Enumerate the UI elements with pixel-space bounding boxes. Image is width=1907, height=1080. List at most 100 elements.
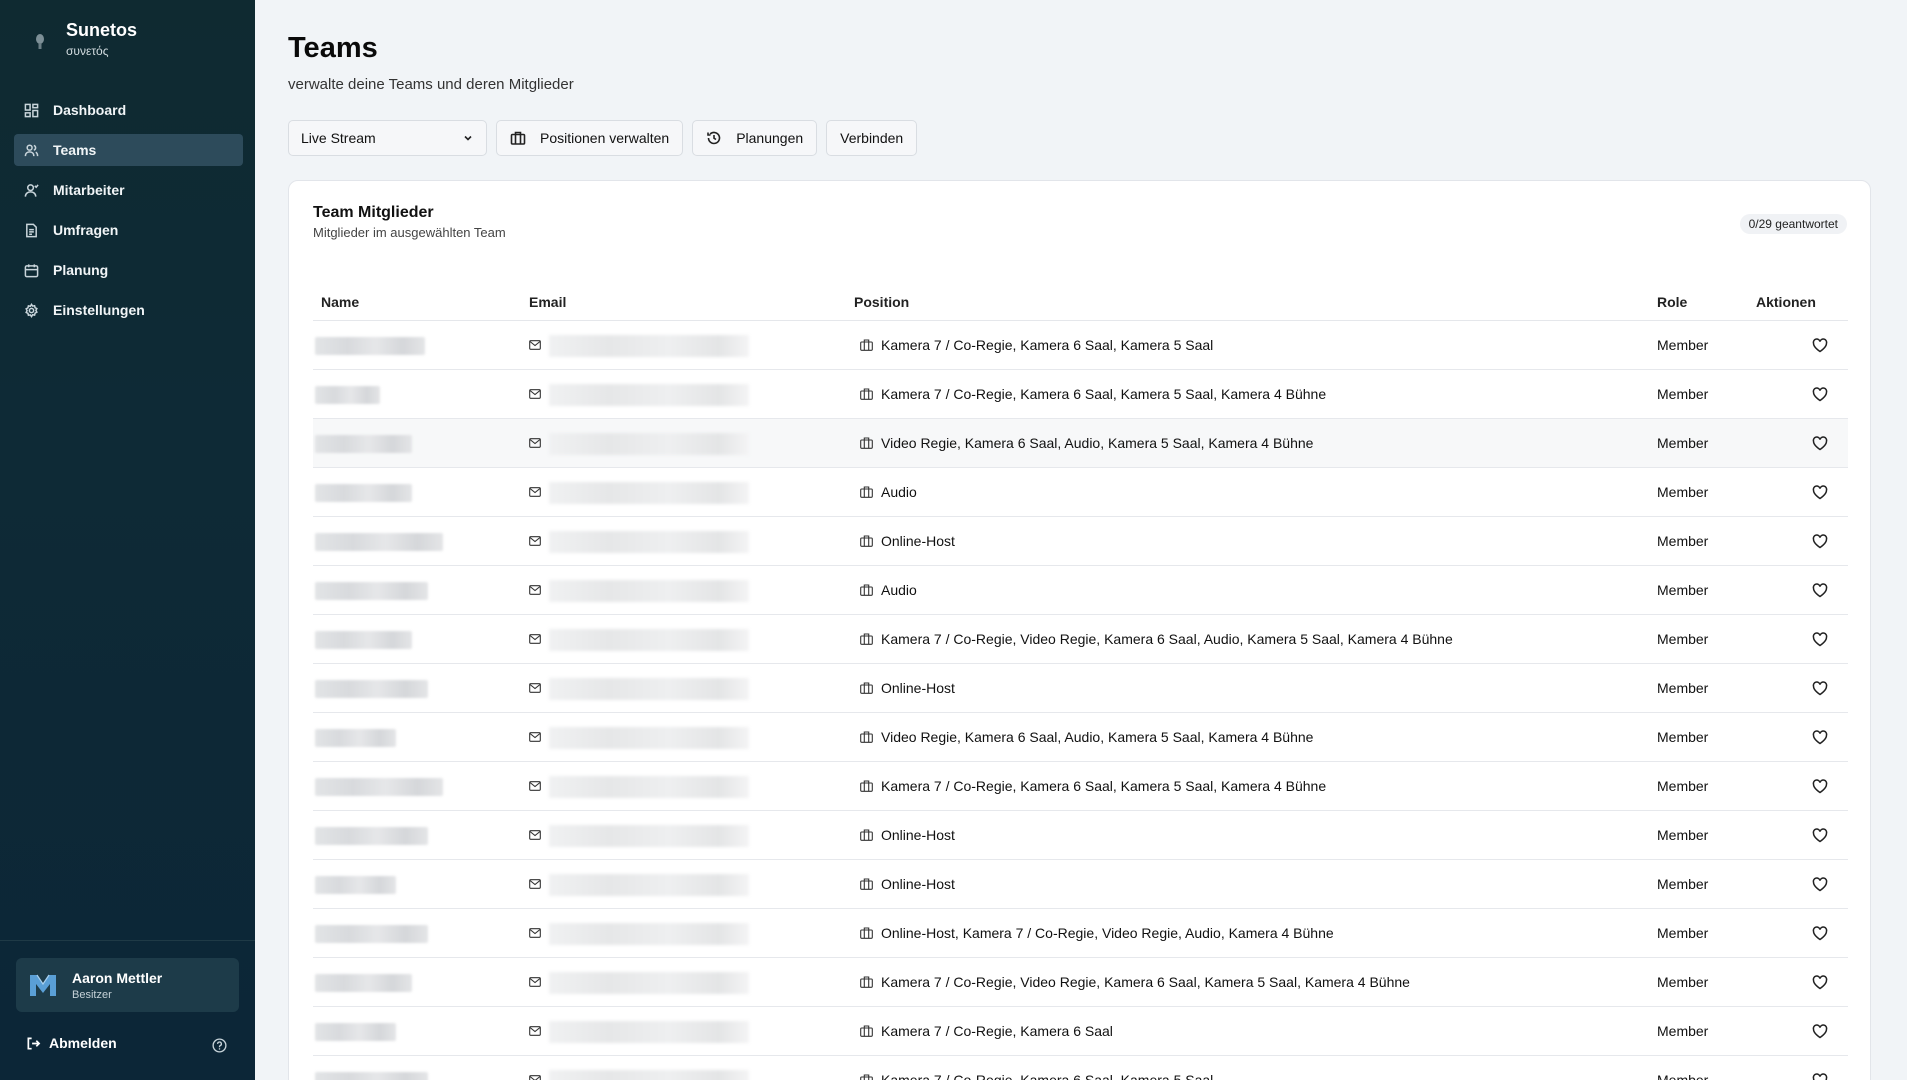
member-role: Member [1657,582,1709,598]
mail-icon [529,1075,541,1080]
table-row[interactable]: Kamera 7 / Co-Regie, Video Regie, Kamera… [313,958,1848,1007]
briefcase-icon [860,437,873,449]
card-title: Team Mitglieder [313,204,434,221]
heart-icon[interactable] [1812,485,1828,500]
user-name: Aaron Mettler [72,969,163,986]
table-row[interactable]: Kamera 7 / Co-Regie, Kamera 6 Saal, Kame… [313,321,1848,370]
heart-icon[interactable] [1812,877,1828,892]
member-email-redacted [549,384,749,406]
sidebar-item-label: Teams [53,142,97,158]
table-row[interactable]: Online-Host Member [313,517,1848,566]
member-role: Member [1657,337,1709,353]
connect-label: Verbinden [840,130,904,146]
table-row[interactable]: Audio Member [313,566,1848,615]
member-position: Kamera 7 / Co-Regie, Kamera 6 Saal, Kame… [881,778,1327,794]
page-subtitle: verwalte deine Teams und deren Mitgliede… [288,76,574,93]
member-role: Member [1657,435,1709,451]
heart-icon[interactable] [1812,975,1828,990]
member-role: Member [1657,533,1709,549]
heart-icon[interactable] [1812,632,1828,647]
brand-subtitle: συνετός [66,44,109,58]
member-email-redacted [549,433,749,455]
answered-badge: 0/29 geantwortet [1739,214,1847,234]
heart-icon[interactable] [1812,779,1828,794]
member-role: Member [1657,778,1709,794]
member-email-redacted [549,335,749,357]
column-role[interactable]: Role [1657,294,1687,310]
heart-icon[interactable] [1812,583,1828,598]
mail-icon [529,781,541,791]
sidebar-item-dashboard[interactable]: Dashboard [14,94,243,126]
table-row[interactable]: Kamera 7 / Co-Regie, Kamera 6 Saal, Kame… [313,370,1848,419]
sidebar-item-einstellungen[interactable]: Einstellungen [14,294,243,326]
member-email-redacted [549,972,749,994]
member-name-redacted [315,337,425,355]
heart-icon[interactable] [1812,1024,1828,1039]
table-row[interactable]: Audio Member [313,468,1848,517]
table-row[interactable]: Online-Host Member [313,811,1848,860]
mail-icon [529,438,541,448]
sidebar-nav: Dashboard Teams Mitarbeiter Umfragen Pla… [14,94,243,334]
member-email-redacted [549,874,749,896]
heart-icon[interactable] [1812,338,1828,353]
briefcase-icon [860,535,873,547]
table-row[interactable]: Video Regie, Kamera 6 Saal, Audio, Kamer… [313,419,1848,468]
member-name-redacted [315,533,443,551]
user-card[interactable]: Aaron Mettler Besitzer [16,958,239,1012]
member-name-redacted [315,876,396,894]
briefcase-icon [860,780,873,792]
mail-icon [529,683,541,693]
heart-icon[interactable] [1812,730,1828,745]
help-icon[interactable] [212,1038,227,1053]
member-role: Member [1657,631,1709,647]
member-name-redacted [315,435,412,453]
sidebar-item-label: Dashboard [53,102,127,118]
member-name-redacted [315,729,396,747]
mail-icon [529,585,541,595]
column-actions: Aktionen [1756,294,1816,310]
plans-button[interactable]: Planungen [692,120,818,156]
heart-icon[interactable] [1812,436,1828,451]
member-email-redacted [549,678,749,700]
heart-icon[interactable] [1812,534,1828,549]
heart-icon[interactable] [1812,828,1828,843]
manage-positions-button[interactable]: Positionen verwalten [496,120,684,156]
mail-icon [529,389,541,399]
table-row[interactable]: Kamera 7 / Co-Regie, Kamera 6 Saal Member [313,1007,1848,1056]
sidebar-item-label: Mitarbeiter [53,182,125,198]
member-email-redacted [549,923,749,945]
brand[interactable]: Sunetos συνετός [28,18,137,58]
column-email[interactable]: Email [529,294,566,310]
team-select[interactable]: Live Stream [288,120,487,156]
column-name[interactable]: Name [321,294,359,310]
briefcase-icon [860,927,873,939]
heart-icon[interactable] [1812,926,1828,941]
table-row[interactable]: Kamera 7 / Co-Regie, Kamera 6 Saal, Kame… [313,762,1848,811]
heart-icon[interactable] [1812,681,1828,696]
sidebar-item-teams[interactable]: Teams [14,134,243,166]
table-row[interactable]: Online-Host Member [313,664,1848,713]
member-position: Kamera 7 / Co-Regie, Kamera 6 Saal, Kame… [881,1072,1214,1080]
document-icon [26,223,37,237]
connect-button[interactable]: Verbinden [826,120,918,156]
sidebar-item-mitarbeiter[interactable]: Mitarbeiter [14,174,243,206]
mail-icon [529,1026,541,1036]
mail-icon [529,732,541,742]
member-role: Member [1657,729,1709,745]
heart-icon[interactable] [1812,1073,1828,1080]
heart-icon[interactable] [1812,387,1828,402]
member-name-redacted [315,582,428,600]
table-row[interactable]: Online-Host, Kamera 7 / Co-Regie, Video … [313,909,1848,958]
sidebar-item-umfragen[interactable]: Umfragen [14,214,243,246]
sidebar-item-planung[interactable]: Planung [14,254,243,286]
table-row[interactable]: Online-Host Member [313,860,1848,909]
user-icon [24,183,39,197]
table-row[interactable]: Kamera 7 / Co-Regie, Kamera 6 Saal, Kame… [313,1056,1848,1080]
column-position[interactable]: Position [854,294,909,310]
table-row[interactable]: Video Regie, Kamera 6 Saal, Audio, Kamer… [313,713,1848,762]
member-role: Member [1657,827,1709,843]
logout-button[interactable]: Abmelden [26,1035,117,1051]
member-name-redacted [315,778,443,796]
logout-icon [27,1037,41,1049]
table-row[interactable]: Kamera 7 / Co-Regie, Video Regie, Kamera… [313,615,1848,664]
